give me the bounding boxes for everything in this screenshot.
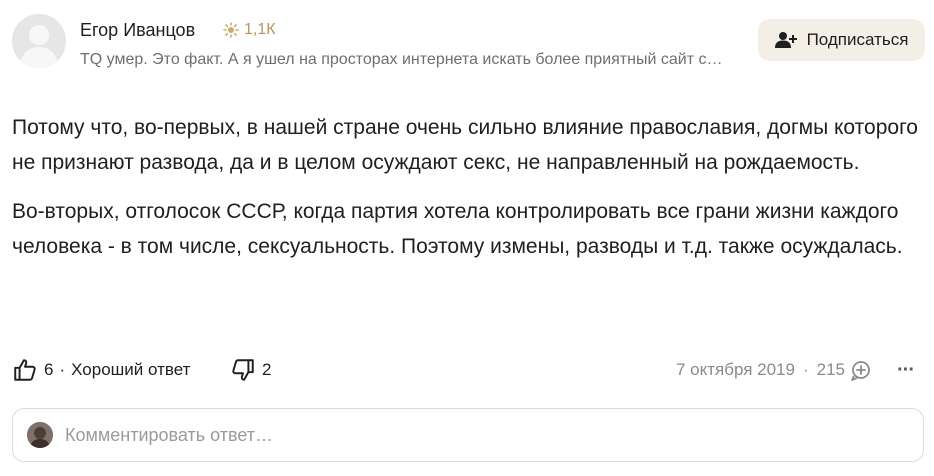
separator-dot: · [59,360,66,379]
dislike-count: 2 [262,360,272,379]
views-count: 215 [816,360,846,379]
karma-value: 1,1К [244,21,276,38]
user-photo-icon [27,422,53,448]
comment-input[interactable] [63,423,887,447]
user-avatar [27,422,53,448]
answer-body: Потому что, во-первых, в нашей стране оч… [12,110,922,278]
thumbs-down-icon [232,359,254,381]
author-avatar[interactable] [12,14,66,68]
good-answer-label[interactable]: Хороший ответ [71,360,190,380]
karma-laurel-icon [223,22,239,38]
like-count: 6 [44,360,54,379]
subscribe-label: Подписаться [806,30,909,49]
answer-paragraph: Во-вторых, отголосок СССР, когда партия … [12,200,903,258]
default-avatar-icon [12,14,66,68]
author-karma: 1,1К [222,21,276,39]
subscribe-button[interactable]: Подписаться [758,19,925,61]
comment-box [12,408,924,462]
author-bio: TQ умер. Это факт. А я ушел на просторах… [80,51,723,68]
answer-paragraph: Потому что, во-первых, в нашей стране оч… [12,116,918,174]
add-user-icon [774,32,797,48]
answer-header: Егор Иванцов 1,1К TQ умер. Это факт. А я… [0,0,934,100]
thumbs-up-icon [14,359,36,381]
like-button[interactable]: 6 · Хороший ответ [12,352,190,388]
answer-date: 7 октября 2019 [675,360,795,379]
dislike-button[interactable]: 2 [230,352,271,388]
author-name[interactable]: Егор Иванцов [80,20,195,41]
answer-meta: 7 октября 2019 · 215 ··· [675,352,915,388]
separator-dot: · [802,360,809,379]
more-dots-icon[interactable]: ··· [897,359,915,382]
reply-bubble-icon[interactable] [849,358,875,382]
answer-actions: 6 · Хороший ответ 2 7 октября 2019 · 215… [12,352,922,388]
